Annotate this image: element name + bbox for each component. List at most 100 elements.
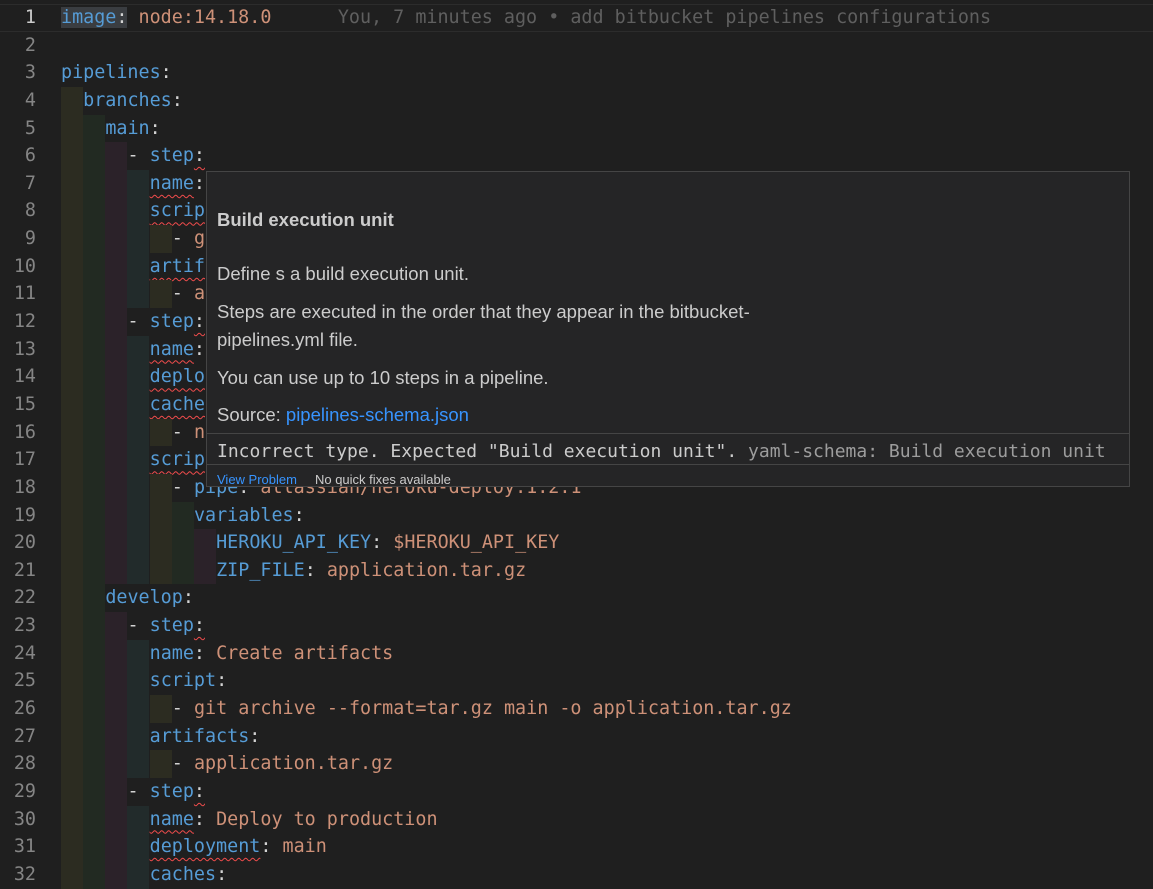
- indent-guide: [61, 308, 83, 336]
- indent-guide: [61, 556, 83, 585]
- hover-description-limit: You can use up to 10 steps in a pipeline…: [217, 367, 549, 388]
- code-line[interactable]: 6 - step:: [0, 142, 1153, 170]
- code-text: cache: [150, 391, 205, 419]
- line-number: 32: [13, 863, 36, 885]
- code-text: - git archive --format=tar.gz main -o ap…: [172, 695, 792, 723]
- code-line[interactable]: 32 caches:: [0, 860, 1153, 889]
- code-line[interactable]: 30 name: Deploy to production: [0, 805, 1153, 834]
- yaml-value: application.tar.gz: [193, 753, 394, 775]
- indent-guide: [61, 805, 83, 834]
- yaml-key: step: [149, 780, 194, 802]
- yaml-value: application.tar.gz: [326, 559, 527, 581]
- indent-guide: [83, 418, 106, 447]
- code-line[interactable]: 19 variables:: [0, 501, 1153, 530]
- code-text: main:: [105, 115, 160, 143]
- indent-guide: [127, 556, 150, 585]
- indent-guide: [83, 805, 106, 834]
- indent-guide: [105, 805, 128, 834]
- code-line[interactable]: 5 main:: [0, 114, 1153, 143]
- yaml-key: artif: [149, 255, 205, 277]
- yaml-key: main: [105, 117, 150, 139]
- yaml-value: $HEROKU_API_KEY: [393, 532, 560, 554]
- code-text: name: Deploy to production: [150, 806, 438, 834]
- indent-guide: [61, 197, 83, 226]
- yaml-key: branches: [83, 89, 172, 111]
- indent-guide: [61, 833, 83, 861]
- yaml-punctuation: :: [193, 338, 205, 360]
- code-text: artifacts:: [150, 723, 261, 751]
- code-text: HEROKU_API_KEY: $HEROKU_API_KEY: [216, 529, 559, 557]
- code-line[interactable]: 29 - step:: [0, 777, 1153, 806]
- line-number: 8: [24, 200, 36, 222]
- indent-guide: [61, 363, 83, 391]
- indent-guide: [127, 335, 150, 364]
- code-line[interactable]: 4 branches:: [0, 86, 1153, 115]
- indent-guide: [61, 501, 83, 530]
- indent-guide: [127, 280, 150, 309]
- indent-guide: [105, 667, 128, 696]
- indent-guide: [83, 501, 106, 530]
- indent-guide: [105, 390, 128, 419]
- git-blame-annotation: You, 7 minutes ago • add bitbucket pipel…: [271, 7, 992, 28]
- code-text: branches:: [83, 87, 183, 115]
- diagnostic-text: Incorrect type. Expected "Build executio…: [217, 441, 738, 462]
- indent-guide: [83, 639, 106, 668]
- view-problem-link[interactable]: View Problem: [217, 472, 297, 486]
- code-line[interactable]: 2: [0, 32, 1153, 60]
- line-number: 12: [13, 311, 36, 333]
- code-line[interactable]: 20 HEROKU_API_KEY: $HEROKU_API_KEY: [0, 529, 1153, 557]
- yaml-punctuation: :: [182, 587, 194, 609]
- code-text: caches:: [150, 861, 228, 889]
- line-number: 4: [24, 89, 36, 111]
- indent-guide: [127, 750, 150, 778]
- yaml-punctuation: -: [127, 145, 150, 167]
- code-line[interactable]: 1 image: node:14.18.0 You, 7 minutes ago …: [0, 4, 1153, 32]
- code-line[interactable]: 21 ZIP_FILE: application.tar.gz: [0, 556, 1153, 585]
- indent-guide: [61, 114, 83, 143]
- code-line[interactable]: 31 deployment: main: [0, 833, 1153, 861]
- code-line[interactable]: 25 script:: [0, 667, 1153, 696]
- indent-guide: [61, 695, 83, 723]
- line-number: 29: [13, 780, 36, 802]
- code-text: - g: [172, 225, 205, 253]
- yaml-value: n: [193, 421, 206, 443]
- code-line[interactable]: 24 name: Create artifacts: [0, 639, 1153, 668]
- indent-guide: [149, 418, 172, 447]
- code-line[interactable]: 3 pipelines:: [0, 59, 1153, 87]
- hover-source: Source: pipelines-schema.json: [217, 401, 817, 429]
- indent-guide: [83, 695, 106, 723]
- indent-guide: [61, 860, 83, 889]
- yaml-punctuation: -: [171, 698, 194, 720]
- indent-guide: [83, 280, 106, 309]
- yaml-key: script: [149, 670, 217, 692]
- indent-guide: [83, 197, 106, 226]
- yaml-key: image: [61, 7, 117, 28]
- diagnostic-message: Incorrect type. Expected "Build executio…: [207, 433, 1129, 465]
- code-line[interactable]: 26 - git archive --format=tar.gz main -o …: [0, 695, 1153, 723]
- yaml-key: name: [149, 172, 194, 194]
- yaml-punctuation: -: [171, 228, 194, 250]
- line-number: 24: [13, 642, 36, 664]
- indent-guide: [83, 750, 106, 778]
- code-text: - n: [172, 419, 205, 447]
- indent-guide: [83, 252, 106, 281]
- yaml-punctuation: :: [171, 89, 183, 111]
- indent-guide: [61, 529, 83, 557]
- code-line[interactable]: 27 artifacts:: [0, 722, 1153, 751]
- line-number: 5: [24, 117, 36, 139]
- code-line[interactable]: 28 - application.tar.gz: [0, 750, 1153, 778]
- code-text: - application.tar.gz: [172, 750, 393, 778]
- yaml-key: scrip: [149, 449, 205, 471]
- indent-guide: [83, 446, 106, 474]
- indent-guide: [127, 197, 150, 226]
- indent-guide: [127, 722, 150, 751]
- code-line[interactable]: 23 - step:: [0, 612, 1153, 640]
- yaml-key: step: [149, 615, 194, 637]
- code-line[interactable]: 22 develop:: [0, 584, 1153, 613]
- yaml-key: ZIP_FILE: [216, 559, 305, 581]
- code-text: deplo: [150, 363, 205, 391]
- schema-link[interactable]: pipelines-schema.json: [286, 404, 469, 425]
- line-number: 25: [13, 670, 36, 692]
- indent-guide: [83, 556, 106, 585]
- yaml-key: scrip: [149, 200, 205, 222]
